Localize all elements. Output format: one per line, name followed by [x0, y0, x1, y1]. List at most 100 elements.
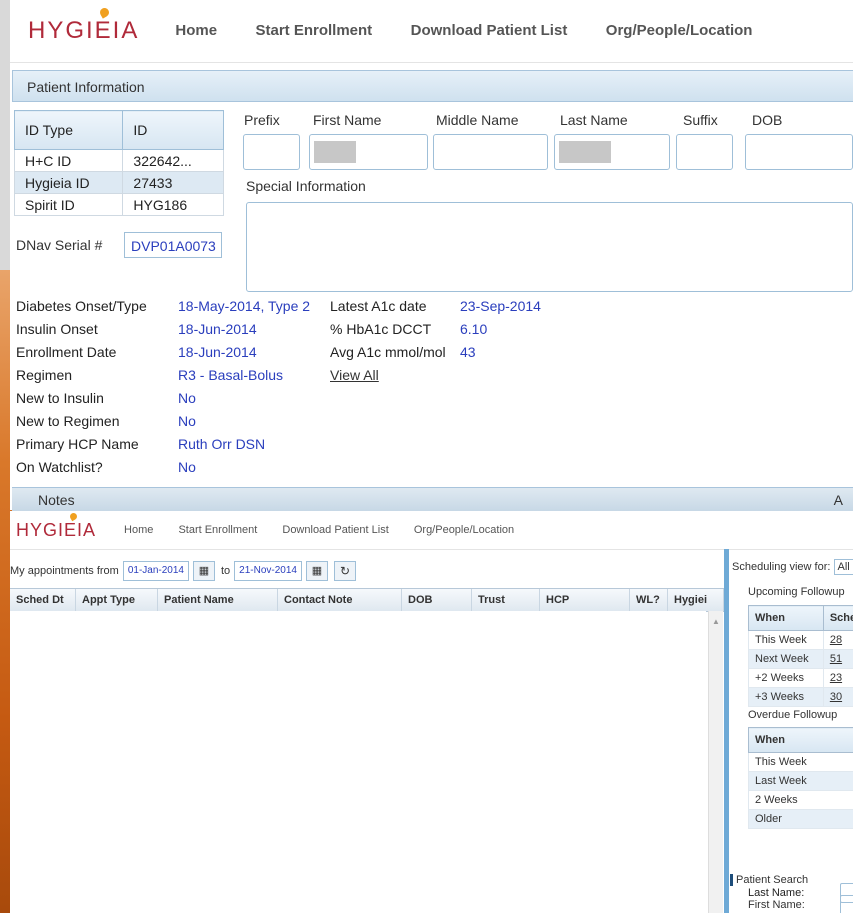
main-nav: Home Start Enrollment Download Patient L… — [124, 524, 536, 536]
last-name-search-label: Last Name: — [748, 887, 805, 899]
column-dob[interactable]: DOB — [402, 589, 472, 611]
detail-row: Primary HCP Name Ruth Orr DSN — [16, 436, 266, 452]
nav-download-patient-list[interactable]: Download Patient List — [411, 22, 568, 39]
special-information-textarea[interactable] — [246, 202, 853, 292]
dashboard-navbar: HYGIEIA Home Start Enrollment Download P… — [10, 511, 853, 550]
main-nav: Home Start Enrollment Download Patient L… — [175, 22, 786, 40]
column-appt-type[interactable]: Appt Type — [76, 589, 158, 611]
column-hcp[interactable]: HCP — [540, 589, 630, 611]
prefix-label: Prefix — [244, 112, 280, 128]
detail-row: Insulin Onset 18-Jun-2014 — [16, 321, 257, 337]
first-name-label: First Name — [313, 112, 382, 128]
count-link[interactable]: 28 — [830, 634, 842, 646]
nav-download-patient-list[interactable]: Download Patient List — [282, 524, 388, 536]
calendar-icon[interactable]: ▦ — [192, 561, 215, 581]
patient-details: Diabetes Onset/Type 18-May-2014, Type 2 I… — [16, 295, 310, 479]
table-row: Older — [748, 809, 853, 829]
table-row: +3 Weeks 30 — [748, 687, 853, 707]
first-name-input[interactable] — [309, 134, 428, 170]
last-name-search-input[interactable] — [840, 883, 853, 903]
column-contact-note[interactable]: Contact Note — [278, 589, 402, 611]
id-table: ID Type ID H+C ID 322642... Hygieia ID 2… — [13, 110, 224, 216]
detail-row: Diabetes Onset/Type 18-May-2014, Type 2 — [16, 298, 311, 314]
refresh-icon[interactable]: ↻ — [333, 561, 356, 581]
scroll-up-icon[interactable]: ▲ — [709, 611, 723, 626]
last-name-label: Last Name — [560, 112, 628, 128]
a1c-row: % HbA1c DCCT 6.10 — [330, 321, 488, 337]
table-row: This Week 28 — [748, 630, 853, 650]
table-row: Next Week 51 — [748, 649, 853, 669]
nav-home[interactable]: Home — [175, 22, 217, 39]
table-row: Hygieia ID 27433 — [13, 171, 224, 194]
a1c-summary: Latest A1c date 23-Sep-2014 % HbA1c DCCT 6… — [330, 295, 541, 387]
count-link[interactable]: 23 — [830, 672, 842, 684]
suffix-input[interactable] — [676, 134, 733, 170]
hygieia-logo: HYGIEIA — [28, 6, 139, 45]
appointments-grid-body — [10, 611, 706, 913]
middle-name-label: Middle Name — [436, 112, 519, 128]
dob-input[interactable] — [745, 134, 853, 170]
detail-row: New to Insulin No — [16, 390, 196, 406]
appointments-filter: My appointments from 01-Jan-2014 ▦ to 21… — [10, 559, 356, 583]
overdue-followup-title: Overdue Followup — [748, 709, 838, 721]
column-sched-dt[interactable]: Sched Dt — [10, 589, 76, 611]
id-header: ID — [122, 110, 224, 150]
appointments-from-label: My appointments from — [10, 565, 119, 577]
table-row: Spirit ID HYG186 — [13, 193, 224, 216]
table-row: Last Week — [748, 771, 853, 791]
prefix-input[interactable] — [243, 134, 300, 170]
to-date-input[interactable]: 21-Nov-2014 — [234, 561, 302, 581]
column-hygieia[interactable]: Hygiei — [668, 589, 724, 611]
top-navbar: HYGIEIA Home Start Enrollment Download P… — [10, 0, 853, 63]
patient-information-header: Patient Information — [12, 70, 853, 102]
table-row: +2 Weeks 23 — [748, 668, 853, 688]
dnav-serial-field[interactable]: DVP01A0073 — [124, 232, 222, 258]
detail-row: Regimen R3 - Basal-Bolus — [16, 367, 284, 383]
scheduling-sidebar: Scheduling view for: All Upcoming Follow… — [730, 549, 853, 913]
nav-start-enrollment[interactable]: Start Enrollment — [256, 22, 373, 39]
special-information-label: Special Information — [246, 178, 366, 194]
a1c-row: Avg A1c mmol/mol 43 — [330, 344, 476, 360]
column-patient-name[interactable]: Patient Name — [158, 589, 278, 611]
panel-splitter[interactable] — [724, 549, 729, 913]
overdue-followup-table: When This Week Last Week 2 Weeks Older — [748, 727, 853, 829]
grid-scrollbar[interactable]: ▲ — [708, 611, 723, 913]
table-row: 2 Weeks — [748, 790, 853, 810]
nav-home[interactable]: Home — [124, 524, 153, 536]
to-label: to — [220, 565, 231, 577]
table-row: This Week — [748, 752, 853, 772]
appointments-grid-header: Sched Dt Appt Type Patient Name Contact … — [10, 588, 724, 612]
hygieia-logo: HYGIEIA — [16, 511, 96, 541]
upcoming-followup-title: Upcoming Followup — [748, 586, 845, 598]
detail-row: On Watchlist? No — [16, 459, 196, 475]
notes-header[interactable]: Notes A — [12, 487, 853, 511]
first-name-search-label: First Name: — [748, 899, 805, 911]
scheduling-view-select[interactable]: All — [833, 559, 853, 575]
dashboard-window: HYGIEIA Home Start Enrollment Download P… — [10, 511, 853, 913]
column-trust[interactable]: Trust — [472, 589, 540, 611]
redacted-block — [314, 141, 356, 163]
scheduling-view: Scheduling view for: All — [732, 559, 853, 575]
detail-row: New to Regimen No — [16, 413, 196, 429]
count-link[interactable]: 51 — [830, 653, 842, 665]
count-link[interactable]: 30 — [830, 691, 842, 703]
patient-search-title: Patient Search — [730, 874, 808, 886]
redacted-block — [559, 141, 611, 163]
calendar-icon[interactable]: ▦ — [305, 561, 328, 581]
table-row: H+C ID 322642... — [13, 149, 224, 172]
nav-start-enrollment[interactable]: Start Enrollment — [178, 524, 257, 536]
middle-name-input[interactable] — [433, 134, 548, 170]
upcoming-followup-table: When Sche This Week28 Next Week51 +2 Wee… — [748, 605, 853, 707]
view-all-link[interactable]: View All — [330, 364, 379, 387]
detail-row: Enrollment Date 18-Jun-2014 — [16, 344, 257, 360]
nav-org-people-location[interactable]: Org/People/Location — [606, 22, 753, 39]
a1c-row: Latest A1c date 23-Sep-2014 — [330, 298, 541, 314]
dob-label: DOB — [752, 112, 783, 128]
nav-org-people-location[interactable]: Org/People/Location — [414, 524, 514, 536]
suffix-label: Suffix — [683, 112, 718, 128]
dnav-serial-label: DNav Serial # — [16, 237, 103, 253]
column-wl[interactable]: WL? — [630, 589, 668, 611]
from-date-input[interactable]: 01-Jan-2014 — [122, 561, 189, 581]
last-name-input[interactable] — [554, 134, 670, 170]
id-type-header: ID Type — [13, 110, 124, 150]
